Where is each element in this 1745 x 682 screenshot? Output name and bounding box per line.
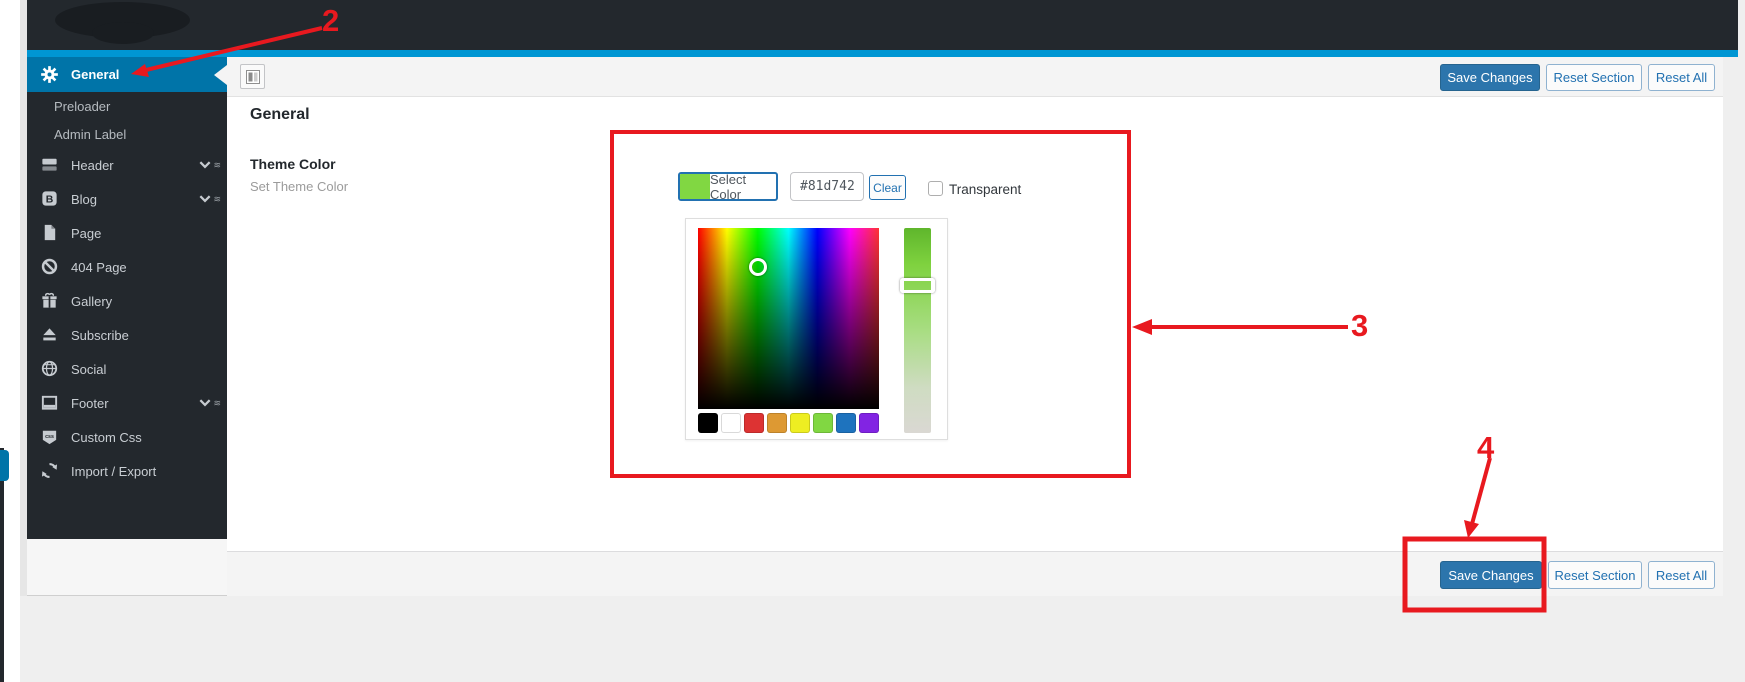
select-color-label: Select Color xyxy=(710,174,776,199)
chevron-down-icon[interactable]: ≋ xyxy=(198,397,221,409)
field-description: Set Theme Color xyxy=(250,179,348,194)
admin-top-bar xyxy=(27,0,1738,50)
chevron-down-icon[interactable]: ≋ xyxy=(198,159,221,171)
svg-text:B: B xyxy=(46,194,54,205)
shade-slider-handle[interactable] xyxy=(900,278,935,293)
sidebar-item-page[interactable]: Page xyxy=(27,216,227,250)
footer-icon xyxy=(40,393,62,413)
layout-expand-icon xyxy=(245,69,261,85)
palette-swatch[interactable] xyxy=(767,413,787,433)
gift-icon xyxy=(40,291,62,311)
shade-slider[interactable] xyxy=(904,228,931,433)
panel-body xyxy=(227,97,1723,551)
sidebar-item-header[interactable]: Header ≋ xyxy=(27,148,227,182)
sidebar-item-import-export[interactable]: Import / Export xyxy=(27,454,227,488)
page: General Preloader Admin Label Header ≋ B… xyxy=(0,0,1745,682)
sidebar-item-social[interactable]: Social xyxy=(27,352,227,386)
palette-swatch[interactable] xyxy=(836,413,856,433)
sidebar-item-gallery[interactable]: Gallery xyxy=(27,284,227,318)
clear-color-button[interactable]: Clear xyxy=(869,175,906,200)
accent-strip xyxy=(27,50,1738,57)
active-item-arrow xyxy=(214,65,227,85)
color-cursor[interactable] xyxy=(749,258,767,276)
sidebar-footer xyxy=(27,539,227,596)
saturation-value-square[interactable] xyxy=(698,228,879,409)
palette-swatch[interactable] xyxy=(721,413,741,433)
menu-collapse-tab[interactable] xyxy=(0,450,9,481)
transparent-label: Transparent xyxy=(949,182,1021,197)
eject-icon xyxy=(40,325,62,345)
palette-swatch[interactable] xyxy=(813,413,833,433)
sidebar-item-footer[interactable]: Footer ≋ xyxy=(27,386,227,420)
blog-icon: B xyxy=(40,189,62,209)
page-title: General xyxy=(250,106,310,124)
color-picker-panel xyxy=(685,218,948,440)
sidebar-item-blog[interactable]: B Blog ≋ xyxy=(27,182,227,216)
save-changes-button-bottom[interactable]: Save Changes xyxy=(1440,561,1542,589)
current-color-swatch xyxy=(680,174,710,199)
save-changes-button-top[interactable]: Save Changes xyxy=(1440,64,1540,91)
sidebar-item-admin-label[interactable]: Admin Label xyxy=(27,120,227,148)
svg-text:css: css xyxy=(45,434,54,440)
sidebar-item-general[interactable]: General xyxy=(27,57,227,92)
transparent-checkbox[interactable] xyxy=(928,181,943,196)
chevron-down-icon[interactable]: ≋ xyxy=(198,193,221,205)
hex-color-input[interactable] xyxy=(790,172,864,201)
header-icon xyxy=(40,155,62,175)
sidebar-item-404-page[interactable]: 404 Page xyxy=(27,250,227,284)
select-color-button[interactable]: Select Color xyxy=(678,172,778,201)
reset-all-button-bottom[interactable]: Reset All xyxy=(1648,561,1715,589)
field-label-theme-color: Theme Color xyxy=(250,156,336,172)
gutter-divider xyxy=(20,0,27,596)
default-palette-row xyxy=(698,413,879,433)
reset-all-button-top[interactable]: Reset All xyxy=(1648,64,1715,91)
css-icon: css xyxy=(40,427,62,447)
panel-expand-button[interactable] xyxy=(240,64,265,89)
reset-section-button-top[interactable]: Reset Section xyxy=(1546,64,1642,91)
options-sidebar: General Preloader Admin Label Header ≋ B… xyxy=(27,57,227,539)
palette-swatch[interactable] xyxy=(790,413,810,433)
ban-icon xyxy=(40,257,62,277)
palette-swatch[interactable] xyxy=(698,413,718,433)
sidebar-item-preloader[interactable]: Preloader xyxy=(27,92,227,120)
refresh-icon xyxy=(40,461,62,481)
redacted-logo-blob-tail xyxy=(92,22,154,44)
collapsed-admin-menu xyxy=(0,448,4,682)
sidebar-item-custom-css[interactable]: css Custom Css xyxy=(27,420,227,454)
globe-icon xyxy=(40,359,62,379)
palette-swatch[interactable] xyxy=(859,413,879,433)
page-icon xyxy=(40,223,62,243)
reset-section-button-bottom[interactable]: Reset Section xyxy=(1548,561,1642,589)
palette-swatch[interactable] xyxy=(744,413,764,433)
gear-icon xyxy=(40,65,62,85)
sidebar-item-subscribe[interactable]: Subscribe xyxy=(27,318,227,352)
